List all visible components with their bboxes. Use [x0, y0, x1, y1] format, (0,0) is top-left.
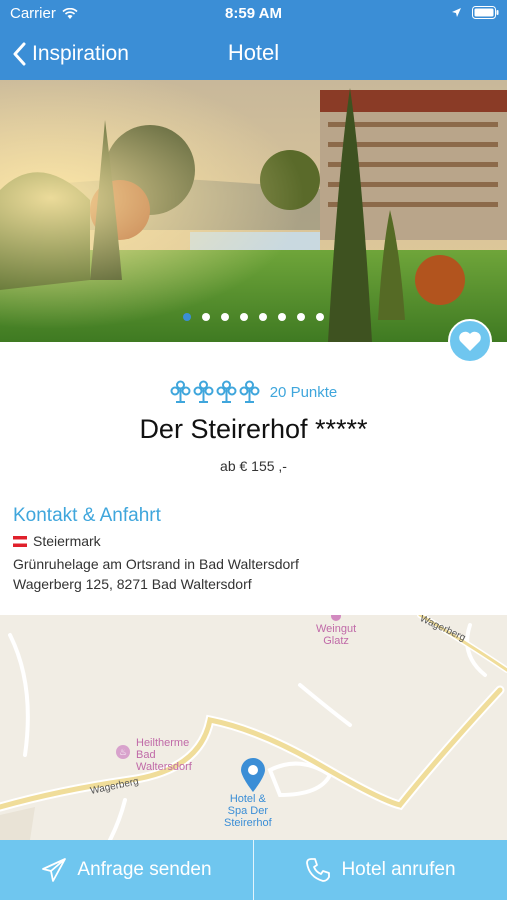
- page-dot[interactable]: [316, 313, 324, 321]
- poi-weingut-line2: Glatz: [323, 635, 349, 647]
- favorite-button[interactable]: [448, 319, 492, 363]
- action-bar-divider: [253, 840, 254, 900]
- rating-points: 20 Punkte: [269, 383, 338, 401]
- page-dot[interactable]: [278, 313, 286, 321]
- page-dot[interactable]: [240, 313, 248, 321]
- hotel-map-line1: Hotel &: [229, 793, 266, 805]
- hotel-map-line3: Steirerhof: [224, 817, 272, 829]
- location-map[interactable]: Weingut Glatz Wagerberg ♨ Heiltherme Bad…: [0, 615, 507, 840]
- status-bar: Carrier 8:59 AM: [0, 0, 507, 28]
- location-arrow-icon: [452, 8, 461, 17]
- page-dot[interactable]: [202, 313, 210, 321]
- location-note: Grünruhelage am Ortsrand in Bad Waltersd…: [13, 556, 299, 572]
- phone-icon: [306, 858, 331, 882]
- call-hotel-button[interactable]: Hotel anrufen: [254, 840, 507, 900]
- poi-weingut-line1: Weingut: [316, 623, 357, 635]
- hotel-rating: 20 Punkte: [0, 380, 507, 404]
- address: Wagerberg 125, 8271 Bad Waltersdorf: [13, 576, 252, 592]
- flower-rating-icon: [170, 380, 191, 403]
- spa-icon: ♨: [116, 745, 130, 759]
- page-dot[interactable]: [297, 313, 305, 321]
- austria-flag-icon: [13, 535, 27, 547]
- hotel-map-label: Hotel & Spa Der Steirerhof: [224, 793, 272, 829]
- poi-therme-marker[interactable]: Heiltherme Bad Waltersdorf: [136, 737, 192, 773]
- call-hotel-label: Hotel anrufen: [341, 859, 456, 880]
- hotel-price: ab € 155 ,-: [220, 458, 287, 474]
- battery-icon: [472, 6, 499, 19]
- poi-therme-line3: Waltersdorf: [136, 761, 192, 773]
- action-bar: Anfrage senden Hotel anrufen: [0, 840, 507, 900]
- status-right: [451, 6, 499, 19]
- send-inquiry-label: Anfrage senden: [77, 859, 212, 880]
- flower-rating-icon: [216, 380, 237, 403]
- page-title: Hotel: [227, 40, 280, 65]
- clock: 8:59 AM: [225, 5, 282, 22]
- wine-icon: [331, 615, 342, 621]
- poi-therme-line2: Bad: [136, 749, 156, 761]
- poi-therme-line1: Heiltherme: [136, 737, 190, 749]
- heart-icon: [459, 331, 481, 351]
- send-inquiry-button[interactable]: Anfrage senden: [0, 840, 253, 900]
- hotel-photo: [0, 80, 507, 342]
- region: Steiermark: [13, 533, 101, 549]
- poi-weingut-marker[interactable]: Weingut Glatz: [316, 615, 356, 647]
- navigation-bar: Inspiration Hotel: [0, 28, 507, 80]
- region-label: Steiermark: [33, 533, 101, 549]
- hotel-pin-icon[interactable]: [240, 757, 266, 793]
- hotel-photo-gallery[interactable]: [0, 80, 507, 342]
- page-dot[interactable]: [259, 313, 267, 321]
- hotel-name: Der Steirerhof *****: [139, 414, 368, 444]
- hotel-map-line2: Spa Der: [227, 805, 269, 817]
- page-dot[interactable]: [183, 313, 191, 321]
- flower-rating-icon: [193, 380, 214, 403]
- flower-rating-icon: [239, 380, 260, 403]
- paper-plane-icon: [42, 858, 67, 882]
- rating-flowers: [170, 380, 260, 404]
- contact-heading[interactable]: Kontakt & Anfahrt: [13, 505, 161, 527]
- gallery-page-indicator[interactable]: [0, 313, 507, 321]
- page-dot[interactable]: [221, 313, 229, 321]
